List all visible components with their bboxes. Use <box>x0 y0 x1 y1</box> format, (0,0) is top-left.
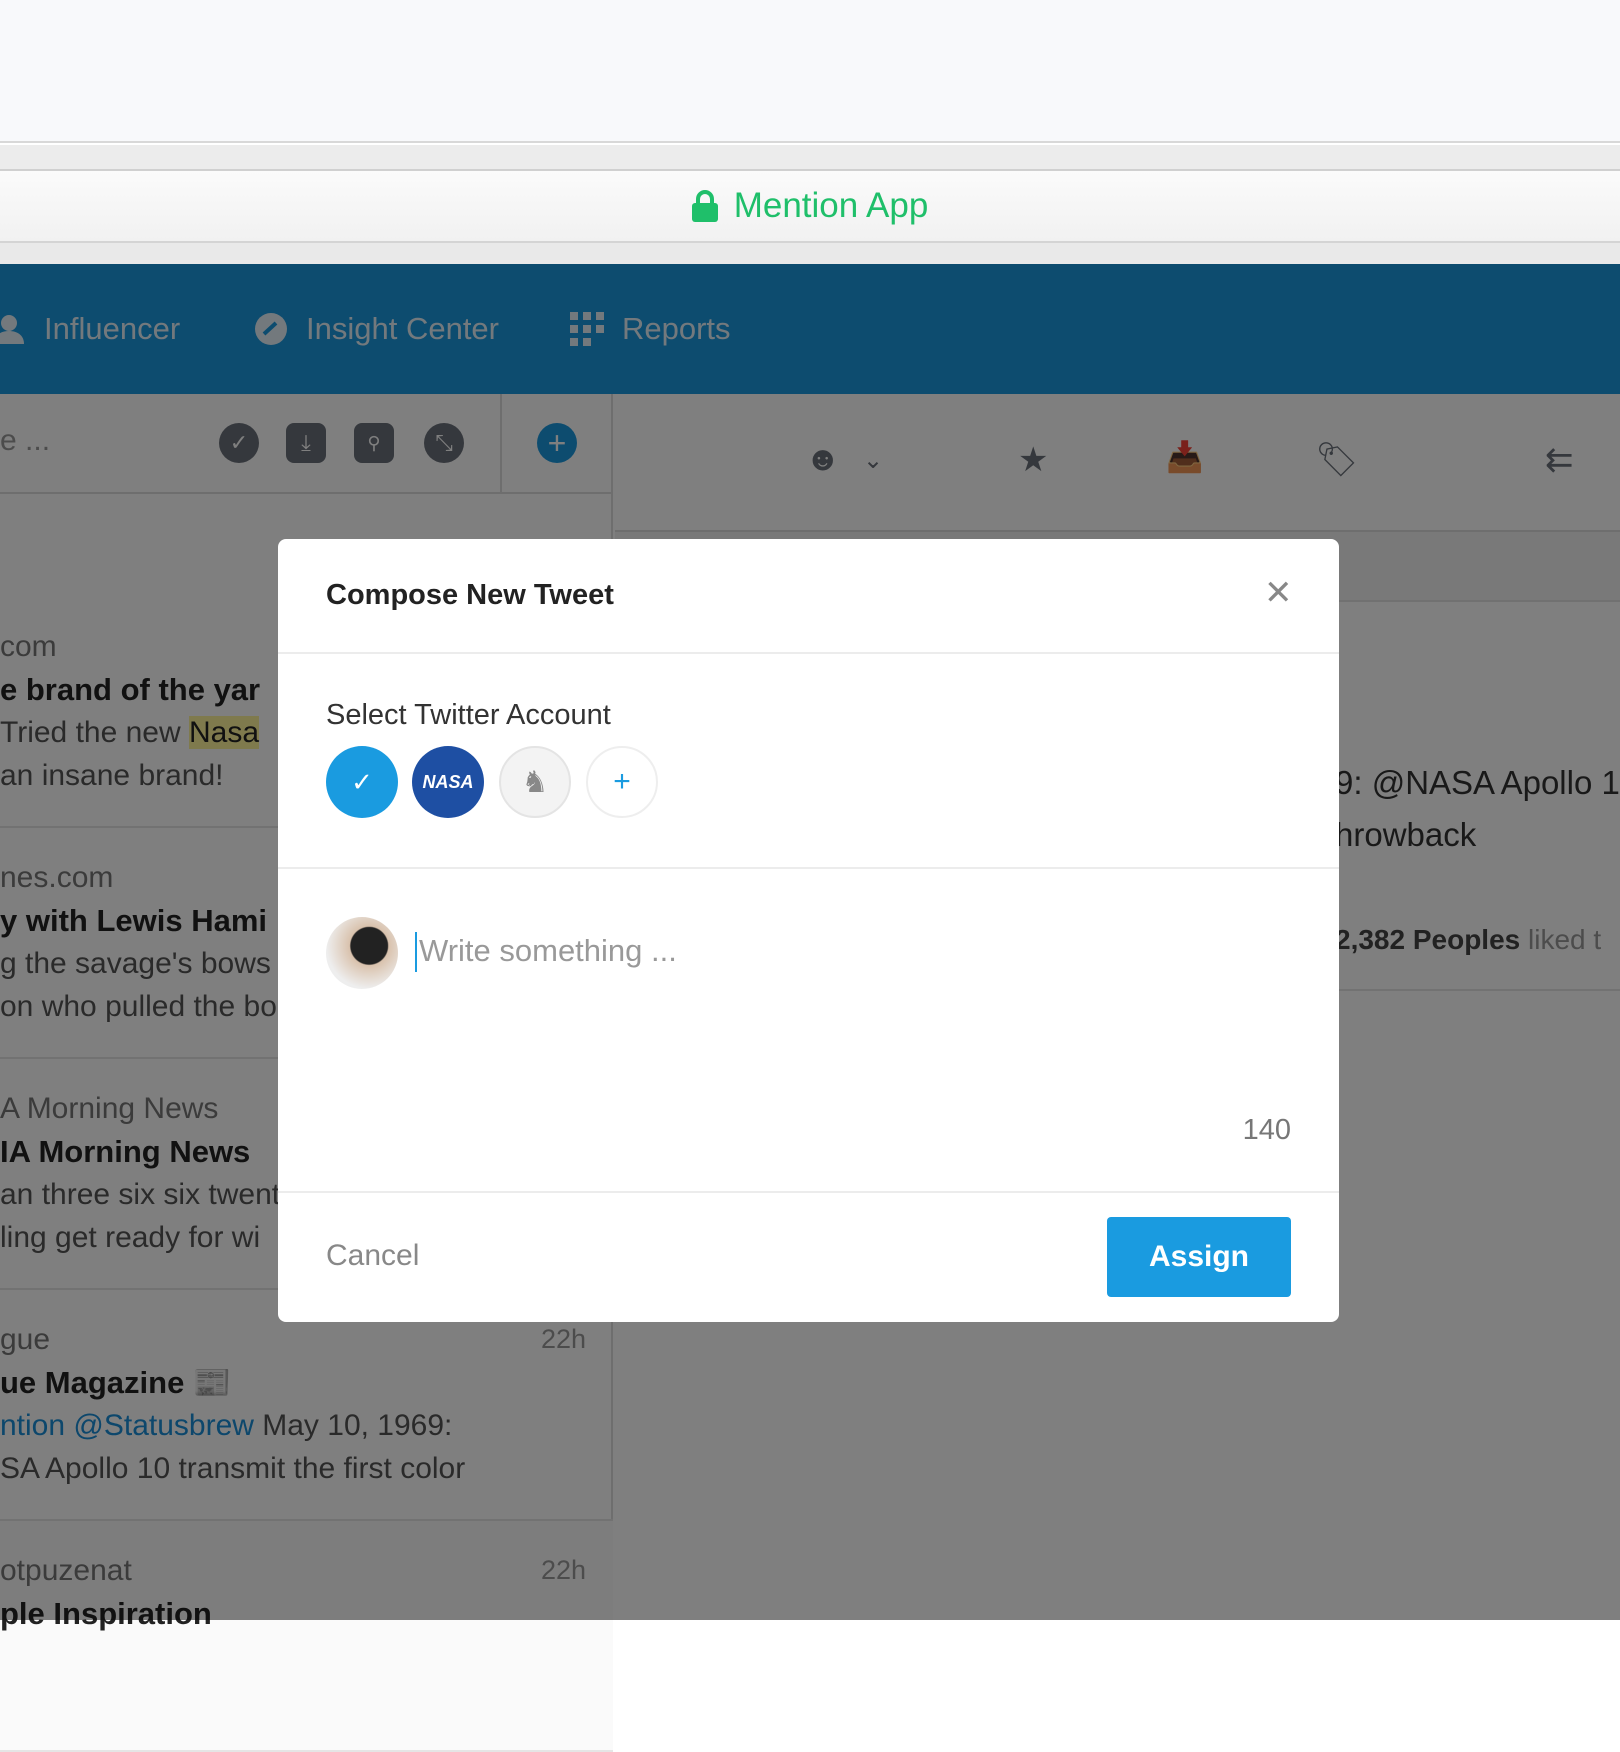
check-icon: ✓ <box>351 766 373 797</box>
modal-title: Compose New Tweet <box>326 579 614 611</box>
assign-button[interactable]: Assign <box>1107 1217 1291 1297</box>
lock-icon <box>691 190 718 222</box>
text-cursor <box>415 932 417 972</box>
browser-tab-strip <box>0 145 1620 171</box>
account-avatar-burberry[interactable]: ♞ <box>499 746 571 818</box>
close-icon[interactable]: ✕ <box>1264 573 1293 613</box>
account-avatar-selected[interactable]: ✓ <box>326 746 398 818</box>
cancel-button[interactable]: Cancel <box>326 1239 419 1273</box>
add-account-button[interactable]: + <box>586 746 658 818</box>
page-title: Mention App <box>733 186 929 225</box>
compose-tweet-modal: Compose New Tweet ✕ Select Twitter Accou… <box>278 539 1339 1322</box>
account-avatar-nasa[interactable]: NASA <box>412 746 484 818</box>
char-counter: 140 <box>1242 1114 1291 1146</box>
browser-top-bar <box>0 0 1620 143</box>
address-bar[interactable]: Mention App <box>0 171 1620 243</box>
tweet-textarea[interactable]: Write something ... <box>419 933 1299 1193</box>
user-avatar <box>326 917 398 989</box>
select-account-label: Select Twitter Account <box>326 699 611 731</box>
